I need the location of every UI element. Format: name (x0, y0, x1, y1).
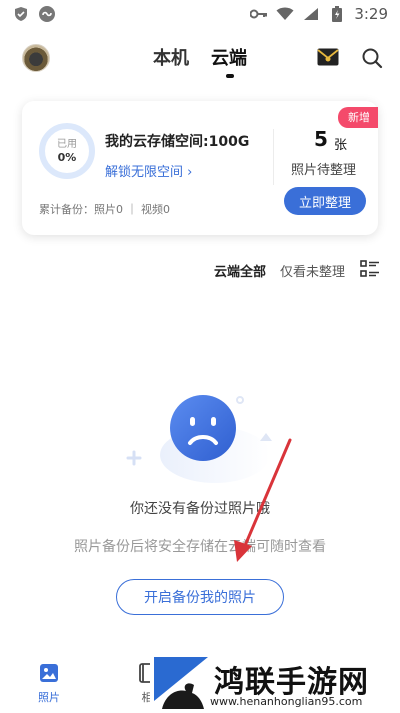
annotation-arrow (230, 436, 300, 566)
nav-label-photos: 照片 (38, 691, 60, 704)
filter-unsorted-only[interactable]: 仅看未整理 (280, 261, 345, 280)
watermark-logo (152, 657, 210, 711)
pending-label: 照片待整理 (291, 163, 357, 178)
watermark: 鸿联手游网 www.henanhonglian95.com (150, 655, 400, 713)
usage-label: 已用 (57, 138, 77, 150)
pending-unit: 张 (334, 138, 348, 153)
wifi-icon (276, 5, 294, 23)
filter-bar: 云端全部 仅看未整理 (0, 258, 400, 282)
backup-stats: 累计备份：照片0 ｜ 视频0 (39, 203, 170, 216)
list-view-icon[interactable] (360, 260, 380, 278)
search-icon[interactable] (361, 47, 383, 69)
organize-now-button[interactable]: 立即整理 (284, 187, 366, 215)
link-icon (38, 5, 56, 23)
top-bar: 本机 云端 (0, 36, 400, 80)
tab-cloud[interactable]: 云端 (211, 44, 247, 70)
status-bar: 3:29 (0, 0, 400, 28)
storage-space-title: 我的云存储空间:100G (105, 134, 250, 150)
card-divider (273, 129, 274, 185)
key-icon (250, 5, 268, 23)
status-time: 3:29 (354, 5, 388, 23)
storage-usage-ring: 已用 0% (39, 123, 95, 179)
avatar[interactable] (22, 44, 50, 72)
unlock-space-link[interactable]: 解锁无限空间 › (105, 161, 192, 180)
empty-state-title: 你还没有备份过照片哦 (130, 501, 270, 517)
mail-icon[interactable] (317, 48, 339, 66)
battery-icon (328, 5, 346, 23)
watermark-url: www.henanhonglian95.com (210, 695, 363, 708)
shield-check-icon (12, 5, 30, 23)
nav-item-photos[interactable]: 照片 (32, 663, 66, 705)
storage-card: 已用 0% 我的云存储空间:100G 解锁无限空间 › 累计备份：照片0 ｜ 视… (22, 101, 378, 235)
filter-cloud-all[interactable]: 云端全部 (214, 261, 266, 280)
usage-value: 0% (57, 150, 77, 164)
pending-count: 5 (314, 127, 328, 151)
empty-state-description: 照片备份后将安全存储在云端可随时查看 (74, 539, 326, 555)
tab-local[interactable]: 本机 (153, 44, 189, 70)
tab-active-indicator (226, 74, 234, 78)
photo-icon (39, 663, 59, 683)
new-badge: 新增 (338, 107, 378, 128)
start-backup-button[interactable]: 开启备份我的照片 (116, 579, 284, 615)
signal-icon (302, 5, 320, 23)
